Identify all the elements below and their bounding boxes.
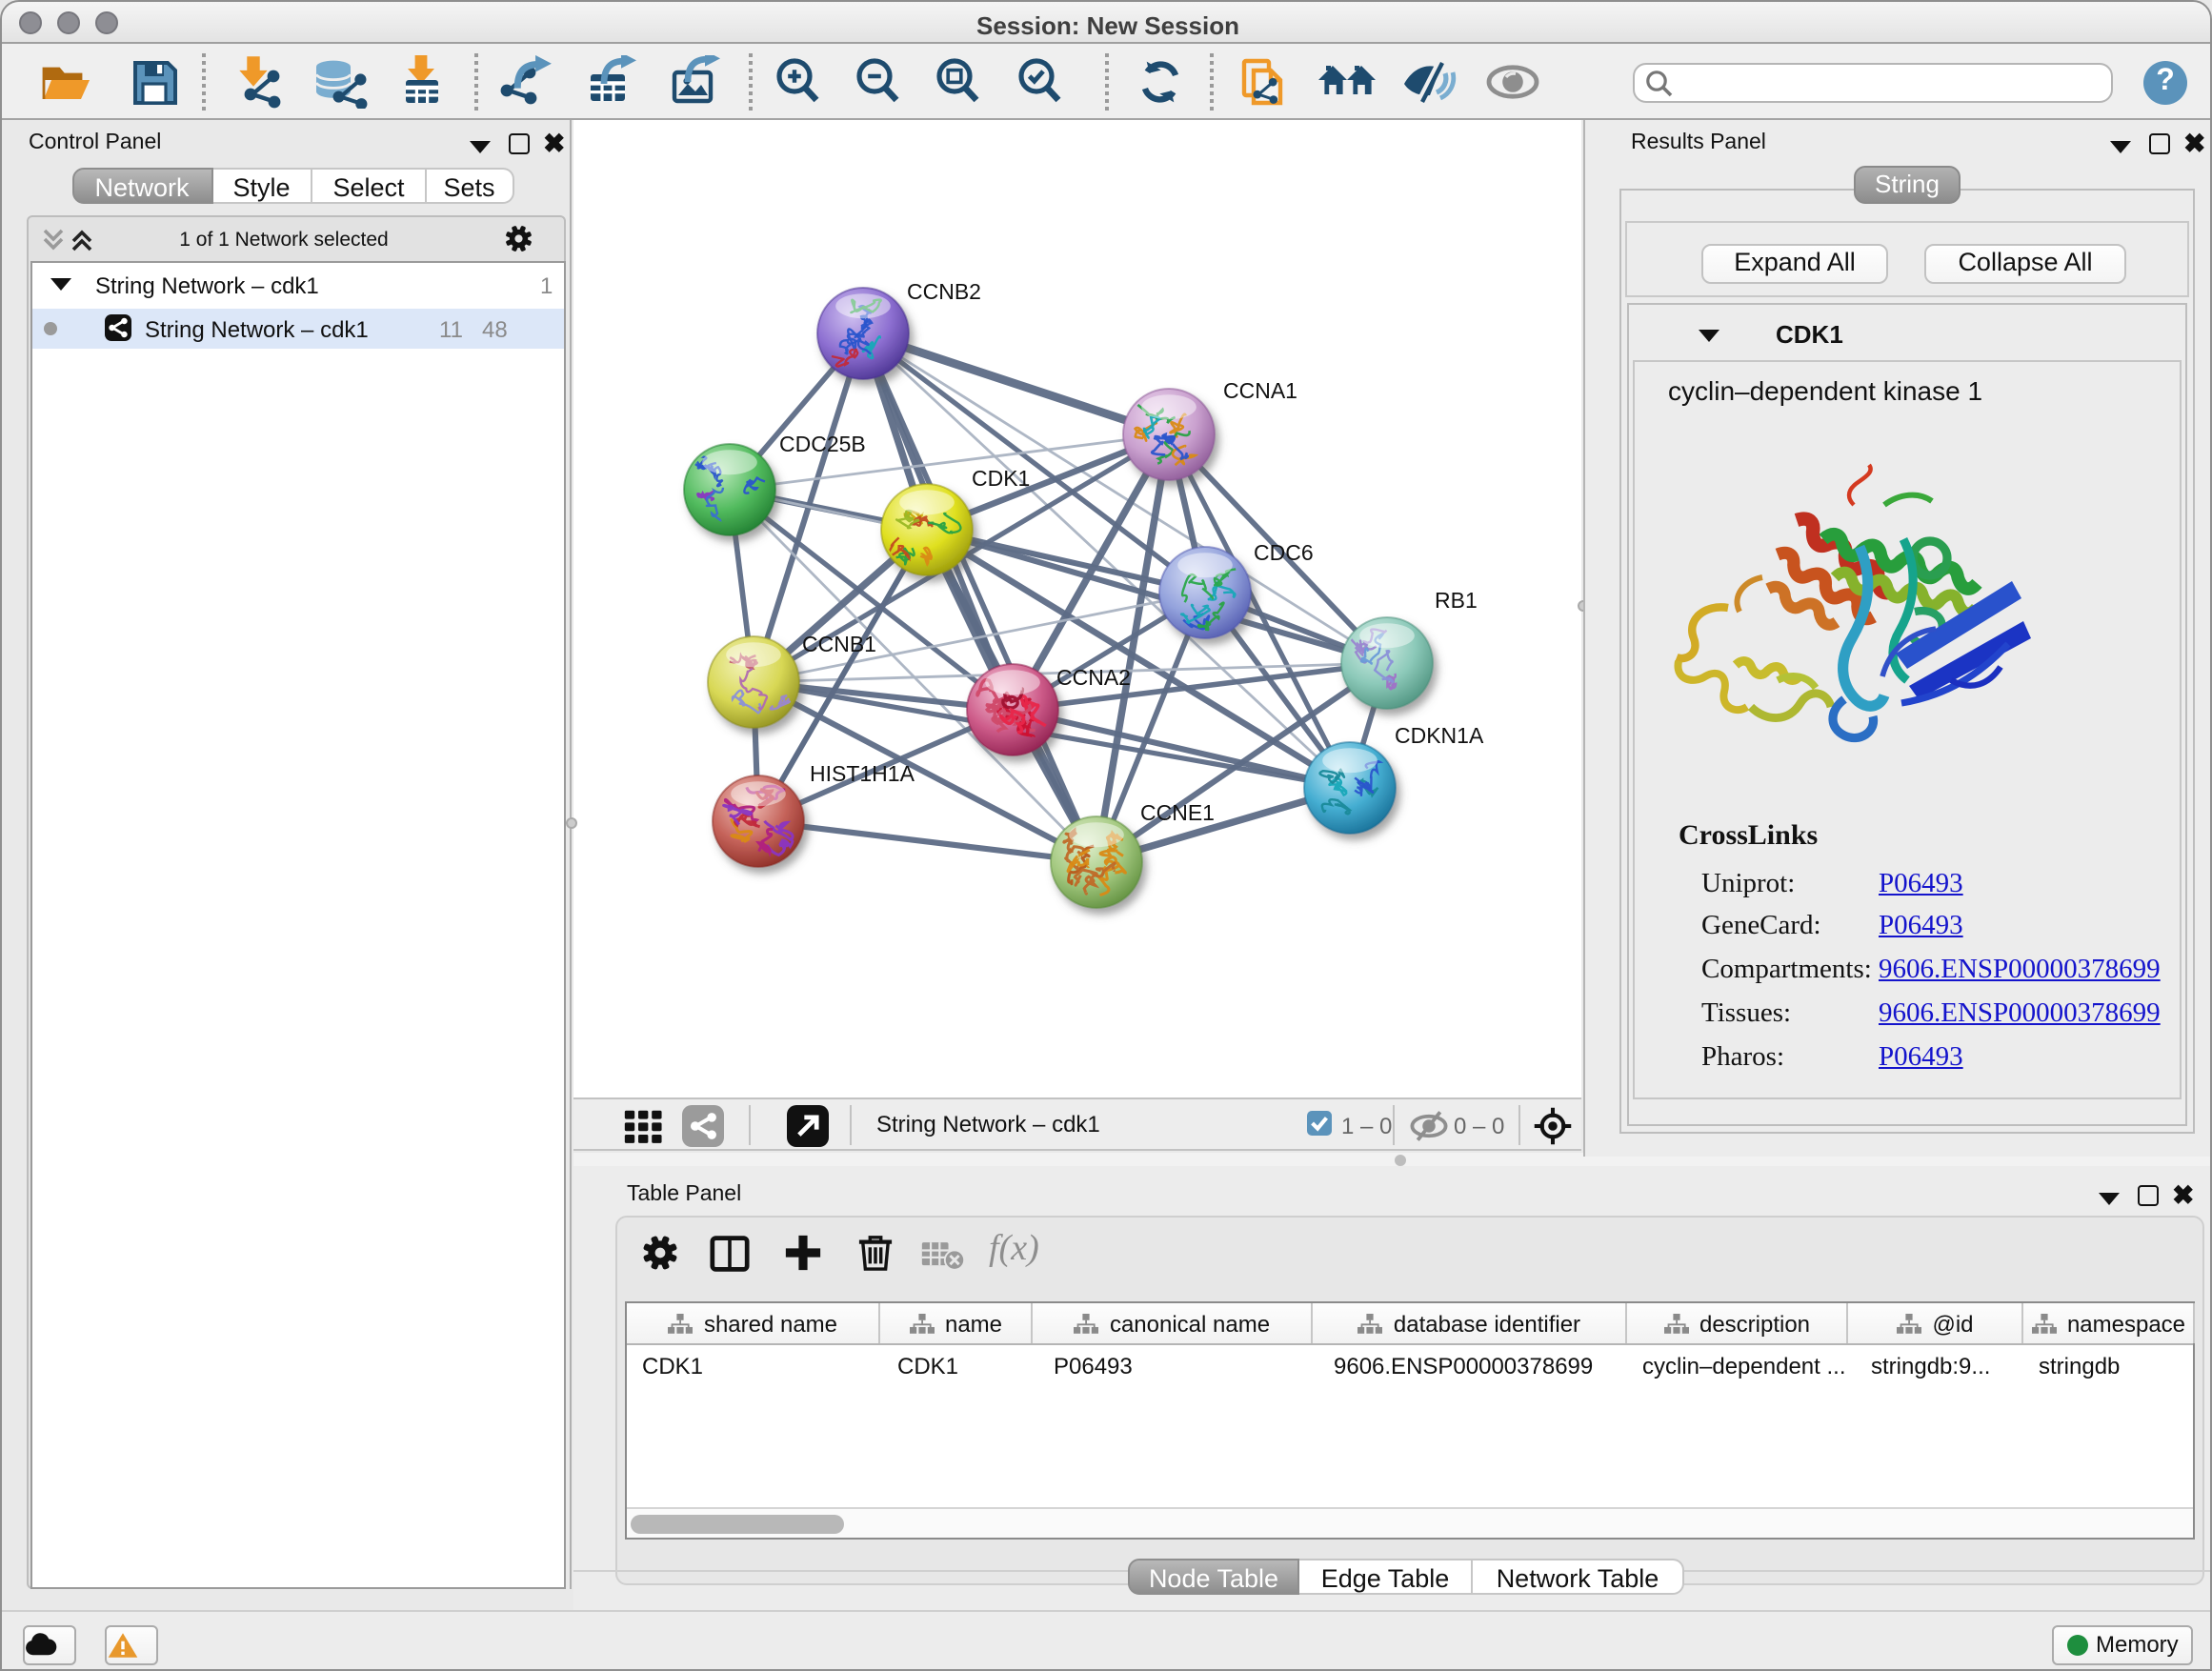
svg-text:HIST1H1A: HIST1H1A bbox=[810, 761, 915, 786]
svg-text:RB1: RB1 bbox=[1435, 588, 1478, 613]
svg-text:CDC25B: CDC25B bbox=[779, 432, 866, 456]
svg-text:CDK1: CDK1 bbox=[972, 466, 1030, 491]
svg-text:CCNB1: CCNB1 bbox=[802, 632, 876, 656]
svg-text:CCNA2: CCNA2 bbox=[1056, 665, 1131, 690]
svg-text:CCNE1: CCNE1 bbox=[1140, 800, 1215, 825]
svg-text:CCNB2: CCNB2 bbox=[907, 279, 981, 304]
svg-text:CDC6: CDC6 bbox=[1254, 540, 1314, 565]
svg-text:CDKN1A: CDKN1A bbox=[1395, 723, 1484, 748]
svg-text:CCNA1: CCNA1 bbox=[1223, 378, 1297, 403]
